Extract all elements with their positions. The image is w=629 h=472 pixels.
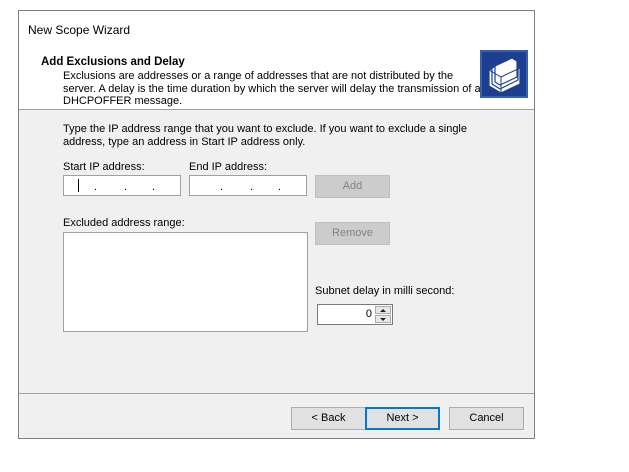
- arrow-up-icon: [380, 309, 386, 312]
- cancel-button[interactable]: Cancel: [449, 407, 524, 430]
- start-ip-label: Start IP address:: [63, 161, 145, 173]
- page-title: Add Exclusions and Delay: [41, 56, 185, 68]
- excluded-range-label: Excluded address range:: [63, 217, 185, 229]
- window-title: New Scope Wizard: [28, 23, 131, 37]
- end-ip-input[interactable]: . . .: [189, 175, 307, 196]
- footer-divider: [19, 393, 534, 394]
- wizard-body: Type the IP address range that you want …: [19, 111, 534, 394]
- add-button[interactable]: Add: [315, 175, 390, 198]
- subnet-delay-label: Subnet delay in milli second:: [315, 285, 455, 297]
- subnet-delay-value[interactable]: 0: [366, 308, 372, 320]
- page-description: Exclusions are addresses or a range of a…: [63, 70, 481, 107]
- next-button[interactable]: Next >: [365, 407, 440, 430]
- spinner-buttons: [375, 306, 391, 323]
- back-button[interactable]: < Back: [291, 407, 366, 430]
- start-ip-input[interactable]: . . .: [63, 175, 181, 196]
- remove-button[interactable]: Remove: [315, 222, 390, 245]
- arrow-down-icon: [380, 318, 386, 321]
- folder-stack-icon: [480, 50, 528, 98]
- spin-up-button[interactable]: [375, 306, 391, 314]
- excluded-range-list[interactable]: [63, 232, 308, 332]
- spin-down-button[interactable]: [375, 315, 391, 323]
- wizard-window: New Scope Wizard Add Exclusions and Dela…: [18, 10, 535, 439]
- title-bar[interactable]: New Scope Wizard: [19, 11, 534, 41]
- text-caret: [78, 179, 79, 192]
- end-ip-label: End IP address:: [189, 161, 268, 173]
- instructions-text: Type the IP address range that you want …: [63, 123, 467, 148]
- subnet-delay-spinner[interactable]: 0: [317, 304, 393, 325]
- wizard-header: Add Exclusions and Delay Exclusions are …: [19, 41, 534, 110]
